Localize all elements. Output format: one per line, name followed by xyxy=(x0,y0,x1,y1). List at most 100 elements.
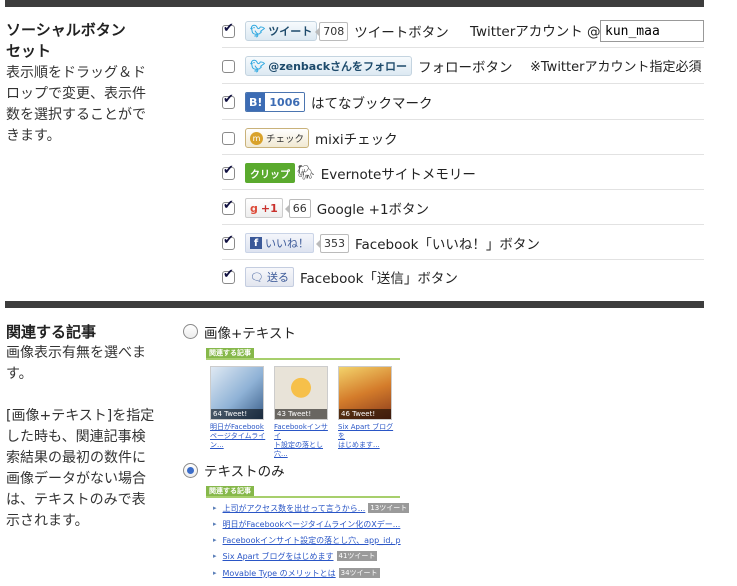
desc-line: は、テキストのみで表 xyxy=(6,492,146,508)
hatena-button-preview: B! 1006 xyxy=(245,92,306,112)
social-row-tweet: 🐦︎ツイート 708 ツイートボタン xyxy=(222,20,449,42)
related-text-item[interactable]: ▸ 上司がアクセス数を出せって言うから... 13ツイート xyxy=(213,502,410,514)
google-plus-button-text: +1 xyxy=(260,201,278,215)
social-section-title: ソーシャルボタン セット xyxy=(6,20,126,62)
preview-header-rule xyxy=(206,496,400,498)
hatena-label: はてなブックマーク xyxy=(311,96,433,112)
related-thumb-1[interactable]: 64 Tweet! xyxy=(210,366,264,420)
related-text-link[interactable]: Movable Type のメリットとは xyxy=(223,568,336,579)
row-separator xyxy=(222,119,704,120)
facebook-send-checkbox[interactable] xyxy=(222,267,235,284)
social-row-hatena: B!1006 はてなブックマーク xyxy=(222,91,433,113)
social-row-evernote: クリップ 🐘︎ Evernoteサイトメモリー xyxy=(222,162,476,184)
mixi-logo-icon: m xyxy=(250,131,263,145)
related-thumb-3[interactable]: 46 Tweet! xyxy=(338,366,392,420)
twitter-bird-icon: 🐦︎ xyxy=(250,24,266,38)
related-section-desc-b: [画像+テキスト]を指定 した時も、関連記事検 索結果の最初の数件に 画像データ… xyxy=(6,406,154,532)
bullet-arrow-icon: ▸ xyxy=(213,569,217,577)
option-image-text-radio[interactable] xyxy=(183,324,198,339)
social-section-desc: 表示順をドラッグ＆ド ロップで変更、表示件 数を選択することがで きます。 xyxy=(6,63,146,147)
related-thumb-link-1[interactable]: 明日がFacebook ページタイムライン... xyxy=(210,423,270,450)
thumb-caption: 46 Tweet! xyxy=(339,409,391,419)
related-text-link[interactable]: 上司がアクセス数を出せって言うから... xyxy=(223,503,366,514)
mixi-label: mixiチェック xyxy=(315,132,398,148)
follow-button-preview: 🐦︎ @zenbackさんをフォロー xyxy=(245,56,413,76)
evernote-elephant-icon: 🐘︎ xyxy=(297,165,315,181)
facebook-like-button-preview: f いいね！ xyxy=(245,233,314,253)
facebook-send-button-preview: 🗨︎ 送る xyxy=(245,267,294,287)
tweet-button-preview: 🐦︎ ツイート xyxy=(245,21,318,41)
desc-line: 画像表示有無を選べま xyxy=(6,345,146,361)
related-text-item[interactable]: ▸ Facebookインサイト設定の落とし穴、app_id, p xyxy=(213,534,401,546)
option-text-only-radio[interactable] xyxy=(183,463,198,478)
follow-label: フォローボタン xyxy=(418,60,513,76)
desc-line: [画像+テキスト]を指定 xyxy=(6,408,155,424)
tweet-count-badge: 41ツイート xyxy=(336,551,378,561)
twitter-bird-icon: 🐦︎ xyxy=(250,59,266,73)
related-text-item[interactable]: ▸ 明日がFacebookページタイムライン化のXデー... xyxy=(213,518,400,530)
section-divider-top xyxy=(5,0,704,7)
tweet-count: 708 xyxy=(315,21,349,41)
row-separator xyxy=(222,154,704,155)
facebook-like-label: Facebook「いいね！」ボタン xyxy=(355,237,540,253)
option-image-text-label: 画像+テキスト xyxy=(204,326,296,342)
link-line: はじめます... xyxy=(338,441,380,449)
related-text-link[interactable]: Facebookインサイト設定の落とし穴、app_id, p xyxy=(223,535,401,546)
twitter-account-input[interactable] xyxy=(600,20,704,42)
related-text-item[interactable]: ▸ Six Apart ブログをはじめます 41ツイート xyxy=(213,550,378,562)
related-section-desc-a: 画像表示有無を選べま す。 xyxy=(6,343,146,385)
google-plus-button-preview: g +1 xyxy=(245,198,283,218)
social-row-facebook-send: 🗨︎送る Facebook「送信」ボタン xyxy=(222,266,458,288)
evernote-checkbox[interactable] xyxy=(222,163,235,180)
hatena-checkbox[interactable] xyxy=(222,92,235,109)
tweet-count-badge: 34ツイート xyxy=(338,568,380,578)
related-thumb-link-2[interactable]: Facebookインサイ ト設定の落とし穴... xyxy=(274,423,334,459)
desc-line: 数を選択することがで xyxy=(6,107,146,123)
speech-bubble-icon: 🗨︎ xyxy=(250,270,264,284)
hatena-count: 1006 xyxy=(265,93,305,111)
related-section-title: 関連する記事 xyxy=(6,323,97,341)
facebook-like-button-text: いいね！ xyxy=(265,237,309,250)
google-plus-checkbox[interactable] xyxy=(222,198,235,215)
tweet-checkbox[interactable] xyxy=(222,21,235,38)
social-row-google-plus: g+1 66 Google +1ボタン xyxy=(222,197,429,219)
twitter-account-label: Twitterアカウント @ xyxy=(470,24,601,40)
desc-line: 示されます。 xyxy=(6,513,89,529)
row-separator xyxy=(222,189,704,190)
tweet-label: ツイートボタン xyxy=(354,25,449,41)
related-text-item[interactable]: ▸ Movable Type のメリットとは 34ツイート xyxy=(213,567,380,579)
section-divider-related xyxy=(5,301,704,308)
desc-line: した時も、関連記事検 xyxy=(6,429,146,445)
tweet-count-badge: 13ツイート xyxy=(368,503,410,513)
mixi-button-text: チェック xyxy=(266,134,305,145)
related-articles-tag: 関連する記事 xyxy=(206,348,254,358)
google-g-icon: g xyxy=(250,201,258,215)
mixi-checkbox[interactable] xyxy=(222,131,235,145)
desc-line: きます。 xyxy=(6,128,61,144)
desc-line: ロップで変更、表示件 xyxy=(6,86,146,102)
bullet-arrow-icon: ▸ xyxy=(213,552,217,560)
related-text-link[interactable]: Six Apart ブログをはじめます xyxy=(223,551,334,562)
related-thumb-link-3[interactable]: Six Apart ブログを はじめます... xyxy=(338,423,398,450)
thumb-caption: 64 Tweet! xyxy=(211,409,263,419)
bullet-arrow-icon: ▸ xyxy=(213,536,217,544)
option-text-only-label: テキストのみ xyxy=(204,464,285,480)
facebook-like-checkbox[interactable] xyxy=(222,233,235,250)
social-row-mixi: m チェック mixiチェック xyxy=(222,127,398,149)
link-line: Six Apart ブログを xyxy=(338,423,394,440)
facebook-send-label: Facebook「送信」ボタン xyxy=(299,271,458,287)
follow-checkbox[interactable] xyxy=(222,59,235,73)
desc-line: 画像データがない場合 xyxy=(6,471,146,487)
social-title-line2: セット xyxy=(6,42,52,60)
link-line: ト設定の落とし穴... xyxy=(274,441,323,458)
evernote-label: Evernoteサイトメモリー xyxy=(320,167,476,183)
evernote-clip-button-preview: クリップ xyxy=(245,163,295,183)
related-thumb-2[interactable]: 43 Tweet! xyxy=(274,366,328,420)
link-line: 明日がFacebook xyxy=(210,423,264,431)
mixi-button-preview: m チェック xyxy=(245,128,310,148)
social-row-follow: 🐦︎ @zenbackさんをフォロー フォローボタン xyxy=(222,55,513,77)
row-separator xyxy=(222,47,704,48)
related-text-link[interactable]: 明日がFacebookページタイムライン化のXデー... xyxy=(223,519,401,530)
desc-line: す。 xyxy=(6,366,33,382)
facebook-send-button-text: 送る xyxy=(266,271,289,284)
